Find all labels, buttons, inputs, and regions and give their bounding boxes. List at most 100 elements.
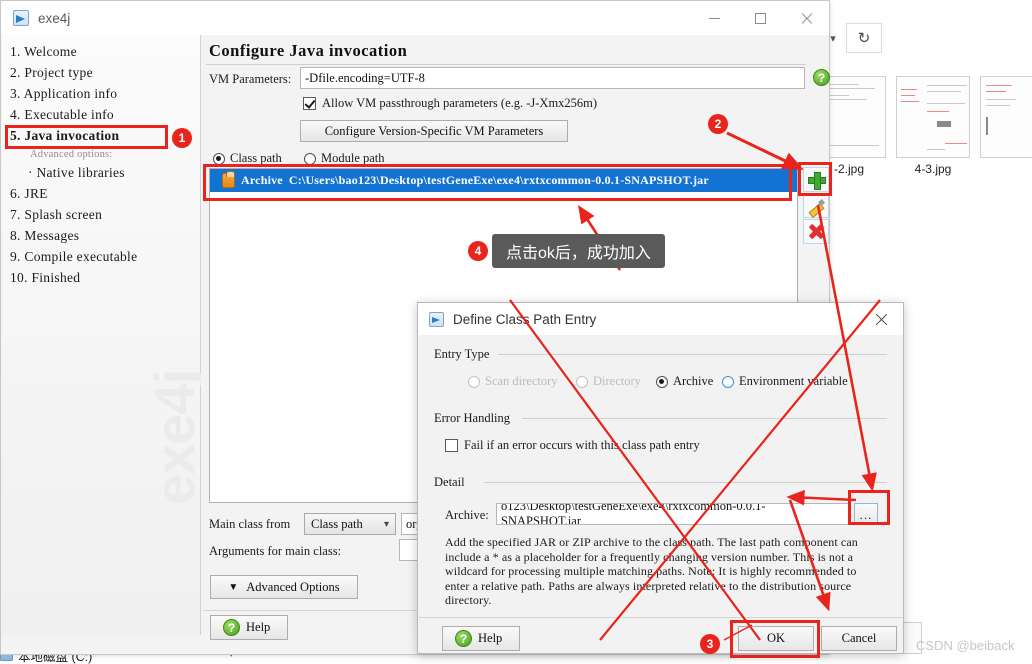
main-class-from-value: Class path (311, 516, 363, 531)
thumbnail-image (980, 76, 1032, 158)
window-titlebar: exe4j (1, 1, 829, 35)
class-path-toolbar (803, 167, 829, 245)
radio-icon (213, 152, 225, 165)
refresh-icon[interactable]: ↻ (846, 23, 882, 53)
minimize-button[interactable] (691, 1, 737, 35)
help-icon: ? (455, 630, 472, 647)
main-class-from-select[interactable]: Class path ▾ (304, 513, 396, 535)
help-icon: ? (223, 619, 240, 636)
watermark: exe4j (143, 369, 206, 505)
radio-icon (304, 152, 316, 165)
advanced-options-button[interactable]: ▼ Advanced Options (210, 575, 358, 599)
sidebar-item-finished[interactable]: 10. Finished (2, 267, 201, 288)
page-title: Configure Java invocation (209, 41, 408, 60)
define-class-path-entry-dialog: Define Class Path Entry Entry Type Scan … (417, 302, 904, 654)
sidebar-item-project-type[interactable]: 2. Project type (2, 62, 201, 83)
list-item[interactable] (980, 76, 1032, 162)
sidebar-item-jre[interactable]: 6. JRE (2, 183, 201, 204)
archive-description: Add the specified JAR or ZIP archive to … (445, 535, 858, 608)
edit-entry-button[interactable] (803, 193, 829, 218)
divider (522, 418, 887, 419)
class-path-entry-row[interactable]: Archive C:\Users\bao123\Desktop\testGene… (210, 169, 797, 192)
delete-entry-button[interactable] (803, 219, 829, 244)
ok-button[interactable]: OK (738, 626, 814, 651)
window-controls (691, 1, 829, 35)
class-path-radio-label: Class path (230, 151, 282, 165)
wizard-step-list: 1. Welcome 2. Project type 3. Applicatio… (2, 41, 201, 288)
entry-type-group-label: Entry Type (434, 347, 496, 362)
configure-version-specific-vm-parameters-label: Configure Version-Specific VM Parameters (324, 123, 544, 138)
dialog-help-label: Help (478, 631, 503, 645)
sidebar-item-welcome[interactable]: 1. Welcome (2, 41, 201, 62)
radio-icon (468, 375, 480, 388)
thumbnail-image (896, 76, 970, 158)
scan-directory-radio[interactable]: Scan directory (468, 374, 558, 389)
vm-parameters-label: VM Parameters: (209, 72, 292, 86)
help-button[interactable]: ? Help (210, 615, 288, 640)
class-path-radio[interactable]: Class path (213, 151, 282, 166)
annotation-badge-3: 3 (700, 634, 720, 654)
ok-button-label: OK (766, 631, 786, 645)
directory-radio-label: Directory (593, 374, 641, 388)
module-path-radio-label: Module path (321, 151, 385, 165)
help-icon[interactable]: ? (813, 69, 830, 86)
error-handling-group-label: Error Handling (434, 411, 517, 426)
scan-directory-radio-label: Scan directory (485, 374, 558, 388)
delete-x-icon (808, 223, 825, 240)
fail-on-error-label: Fail if an error occurs with this class … (464, 438, 700, 452)
class-path-entry-type: Archive (241, 173, 283, 187)
close-button[interactable] (783, 1, 829, 35)
annotation-badge-4: 4 (468, 241, 488, 261)
sidebar-item-executable-info[interactable]: 4. Executable info (2, 104, 201, 125)
cancel-button[interactable]: Cancel (821, 626, 897, 651)
environment-variable-radio-label: Environment variable (739, 374, 848, 388)
minimize-icon (708, 17, 720, 19)
archive-radio-label: Archive (673, 374, 714, 388)
sidebar-item-application-info[interactable]: 3. Application info (2, 83, 201, 104)
vm-parameters-input[interactable]: -Dfile.encoding=UTF-8 (300, 67, 805, 89)
sidebar-item-native-libraries[interactable]: · Native libraries (2, 162, 201, 183)
plus-icon (808, 171, 826, 190)
help-button-label: Help (246, 620, 271, 634)
dialog-help-button[interactable]: ? Help (442, 626, 520, 651)
radio-icon (576, 375, 588, 388)
main-class-from-label: Main class from (209, 517, 291, 531)
divider (419, 617, 903, 618)
divider (206, 64, 806, 65)
dialog-titlebar: Define Class Path Entry (418, 303, 903, 335)
add-entry-button[interactable] (803, 167, 829, 192)
archive-radio[interactable]: Archive (656, 374, 713, 389)
fail-on-error-checkbox[interactable]: Fail if an error occurs with this class … (445, 438, 700, 453)
explorer-toolbar: ▾ ↻ (820, 20, 1032, 56)
allow-passthrough-label: Allow VM passthrough parameters (e.g. -J… (322, 96, 598, 110)
sidebar-item-compile-executable[interactable]: 9. Compile executable (2, 246, 201, 267)
annotation-badge-2: 2 (708, 114, 728, 134)
detail-group-label: Detail (434, 475, 471, 490)
thumbnail-grid: -2.jpg 4-3.jpg (812, 76, 1032, 176)
radio-icon (656, 375, 668, 388)
exe4j-app-icon (429, 311, 444, 327)
browse-archive-button[interactable]: ... (854, 503, 878, 525)
chevron-down-icon: ▾ (383, 518, 389, 530)
pencil-icon (808, 198, 824, 214)
dialog-close-button[interactable] (859, 303, 903, 335)
sidebar-advanced-options-label: Advanced options: (30, 148, 113, 160)
caret-down-icon: ▼ (228, 581, 239, 593)
maximize-icon (754, 12, 766, 24)
sidebar-item-messages[interactable]: 8. Messages (2, 225, 201, 246)
divider (498, 354, 887, 355)
environment-variable-radio[interactable]: Environment variable (722, 374, 848, 389)
allow-passthrough-checkbox[interactable]: Allow VM passthrough parameters (e.g. -J… (303, 96, 597, 111)
module-path-radio[interactable]: Module path (304, 151, 385, 166)
exe4j-app-icon (13, 10, 29, 26)
archive-path-input[interactable]: o123\Desktop\testGeneExe\exe4\rxtxcommon… (496, 503, 850, 525)
class-path-entry-path: C:\Users\bao123\Desktop\testGeneExe\exe4… (288, 173, 709, 187)
configure-version-specific-vm-parameters-button[interactable]: Configure Version-Specific VM Parameters (300, 120, 568, 142)
list-item[interactable]: 4-3.jpg (896, 76, 970, 176)
arguments-label: Arguments for main class: (209, 544, 342, 558)
watermark: CSDN @beiback (916, 638, 1015, 653)
sidebar-item-splash-screen[interactable]: 7. Splash screen (2, 204, 201, 225)
maximize-button[interactable] (737, 1, 783, 35)
directory-radio[interactable]: Directory (576, 374, 641, 389)
list-item-label: 4-3.jpg (914, 162, 952, 176)
